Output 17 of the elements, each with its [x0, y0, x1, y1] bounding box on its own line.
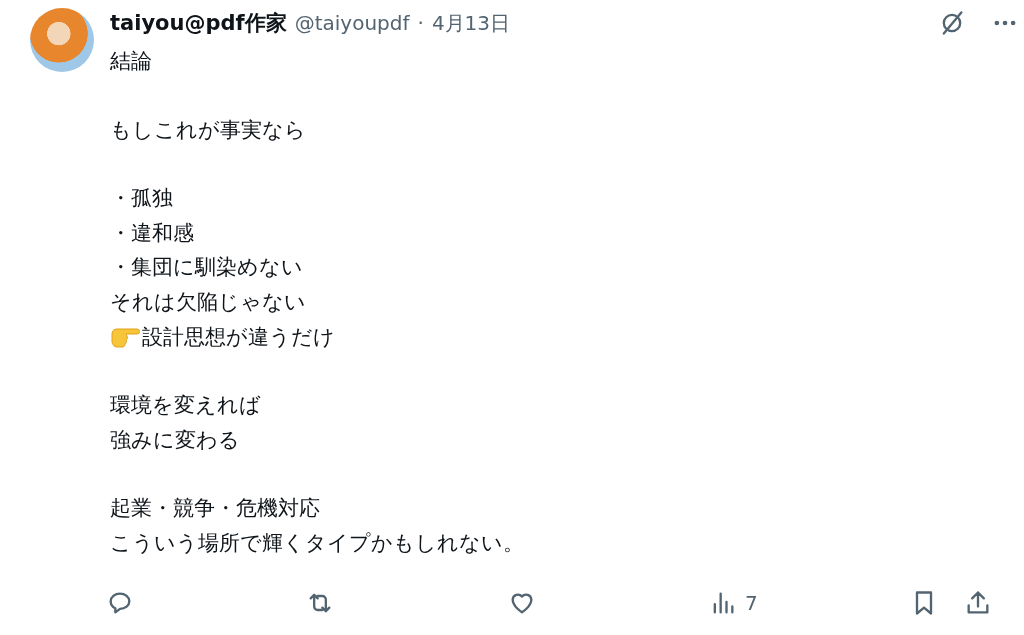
post-text-line: 結論: [110, 48, 152, 75]
post-text-line: 環境を変えれば: [110, 392, 261, 420]
author-name[interactable]: taiyou@pdf作家: [110, 9, 287, 37]
separator-dot: ·: [417, 11, 424, 35]
post-text-line: それは欠陥じゃない: [110, 288, 306, 316]
more-icon: [994, 20, 1016, 26]
post-text-line: 起業・競争・危機対応: [110, 495, 320, 523]
post-text-line: ・孤独: [110, 185, 173, 213]
post-text-line: ・集団に馴染めない: [110, 254, 303, 282]
post-text-line: 設計思想が違うだけ: [142, 323, 335, 351]
author-handle[interactable]: @taiyoupdf: [294, 11, 410, 35]
post-text-line: 強みに変わる: [110, 426, 240, 454]
post-date[interactable]: 4月13日: [431, 9, 511, 37]
views-button[interactable]: 7: [705, 584, 762, 621]
post-text-line: ・違和感: [110, 219, 194, 247]
post-text-line: もしこれが事実なら: [110, 116, 306, 144]
post-text-line: こういう場所で輝くタイプかもしれない。: [110, 529, 524, 557]
